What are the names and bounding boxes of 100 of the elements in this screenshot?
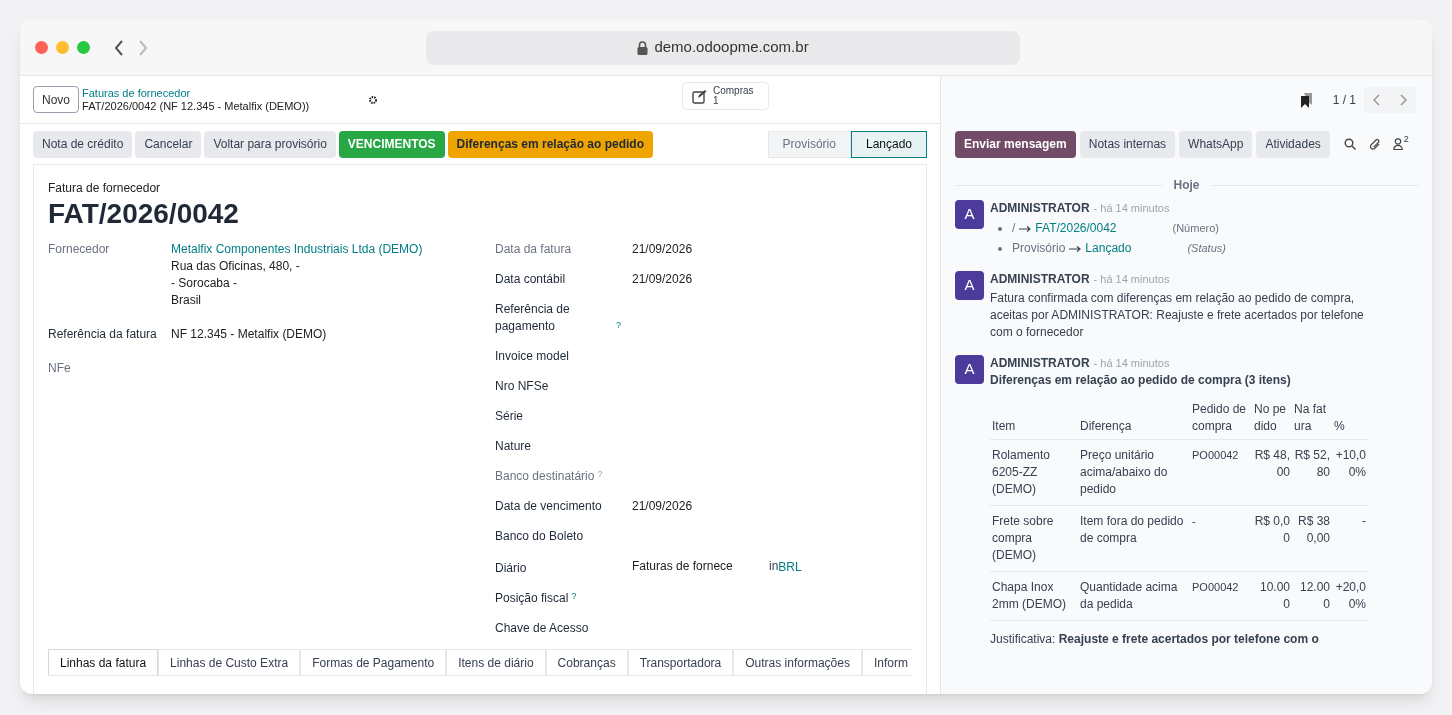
new-value: Lançado xyxy=(1085,240,1132,257)
action-button[interactable]: Diferenças em relação ao pedido xyxy=(447,130,653,158)
table-cell: 12.000 xyxy=(1292,571,1332,621)
tracked-field: (Status) xyxy=(1187,240,1226,257)
table-cell: PO00042 xyxy=(1190,571,1252,621)
bookmark-icon[interactable] xyxy=(1300,92,1313,108)
lock-icon xyxy=(637,40,649,55)
table-cell: Preço unitário acima/abaixo do pedido xyxy=(1078,439,1190,506)
justification-text: Justificativa: Reajuste e frete acertados por telefone com o xyxy=(990,631,1320,648)
new-button[interactable]: Novo xyxy=(33,86,79,113)
form-tab[interactable]: Outras informações xyxy=(733,649,862,675)
table-cell: +10,00% xyxy=(1332,439,1368,506)
field-label: Diário xyxy=(495,560,527,577)
field-label: NFe xyxy=(48,360,72,377)
message-text: Fatura confirmada com diferenças em relação ao pedido de compra, aceitas por ADMINISTRATOR: Reajuste e frete acertados por telefone com o fornecedor xyxy=(990,290,1365,341)
chatter-button[interactable]: Notas internas xyxy=(1079,130,1176,158)
vendor-link[interactable]: Metalfix Componentes Industriais Ltda (DEMO) xyxy=(171,241,423,258)
table-cell: Frete sobre compra (DEMO) xyxy=(990,505,1078,572)
table-cell: R$ 48,00 xyxy=(1252,439,1292,506)
column-header: Pedido de compra xyxy=(1190,397,1252,440)
paperclip-icon[interactable] xyxy=(1368,137,1381,151)
person-icon[interactable] xyxy=(1392,138,1403,150)
address-line: - Sorocaba - xyxy=(171,275,239,292)
address-bar[interactable]: demo.odoopme.com.br xyxy=(426,30,1020,65)
chatter-button[interactable]: Enviar mensagem xyxy=(955,130,1076,158)
author-name: ADMINISTRATOR xyxy=(990,200,1090,217)
form-tab[interactable]: Inform xyxy=(861,649,912,675)
column-header: Item xyxy=(990,397,1078,440)
avatar: A xyxy=(955,355,984,384)
arrow-icon xyxy=(1019,225,1032,232)
table-cell: - xyxy=(1190,505,1252,572)
search-icon[interactable] xyxy=(1343,138,1356,150)
field-value: 21/09/2026 xyxy=(632,498,694,515)
message-time: - há 14 minutos xyxy=(1093,201,1170,216)
form-tab[interactable]: Transportadora xyxy=(627,649,734,675)
field-label: Banco destinatário xyxy=(495,468,595,485)
table-cell: Rolamento 6205-ZZ (DEMO) xyxy=(990,439,1078,506)
url-text: demo.odoopme.com.br xyxy=(654,37,809,58)
smart-button-count: 1 xyxy=(713,96,719,106)
help-marker[interactable]: ? xyxy=(571,591,577,601)
field-value: NF 12.345 - Metalfix (DEMO) xyxy=(171,326,327,343)
field-label: Banco do Boleto xyxy=(495,528,584,545)
table-cell: R$ 0,00 xyxy=(1252,505,1292,572)
close-window-icon[interactable] xyxy=(35,41,48,54)
form-tab[interactable]: Cobranças xyxy=(545,649,628,675)
old-value: Provisório xyxy=(1012,240,1066,257)
breadcrumb-link[interactable]: Faturas de fornecedor xyxy=(82,86,310,100)
chatter-button[interactable]: Atividades xyxy=(1256,130,1330,158)
smart-button-label: Compras xyxy=(713,86,754,96)
table-cell: Item fora do pedido de compra xyxy=(1078,505,1190,572)
help-marker[interactable]: ? xyxy=(616,320,621,330)
field-label: Data da fatura xyxy=(495,241,572,258)
chatter-button[interactable]: WhatsApp xyxy=(1179,130,1253,158)
form-tab[interactable]: Formas de Pagamento xyxy=(300,649,447,675)
field-label: Data de vencimento xyxy=(495,498,602,515)
field-label: Nro NFSe xyxy=(495,378,549,395)
form-tab[interactable]: Linhas da fatura xyxy=(48,649,159,675)
address-line: Brasil xyxy=(171,292,202,309)
author-name: ADMINISTRATOR xyxy=(990,355,1090,372)
purchases-smart-button[interactable]: Compras 1 xyxy=(682,82,769,110)
author-name: ADMINISTRATOR xyxy=(990,271,1090,288)
action-button[interactable]: Voltar para provisório xyxy=(204,130,336,158)
column-header: % xyxy=(1332,397,1368,440)
column-header: No pedido xyxy=(1252,397,1292,440)
field-label: Posição fiscal xyxy=(495,590,569,607)
invoice-number: FAT/2026/0042 xyxy=(48,197,240,231)
currency-link[interactable]: BRL xyxy=(778,558,802,577)
message-time: - há 14 minutos xyxy=(1093,272,1170,287)
record-name: FAT/2026/0042 (NF 12.345 - Metalfix (DEMO)) xyxy=(82,99,310,113)
action-button[interactable]: Nota de crédito xyxy=(33,130,133,158)
form-tab[interactable]: Linhas de Custo Extra xyxy=(158,649,301,675)
back-icon[interactable] xyxy=(114,39,124,56)
field-label: Fornecedor xyxy=(48,241,111,258)
table-cell: R$ 380,00 xyxy=(1292,505,1332,572)
field-label: Data contábil xyxy=(495,271,566,288)
arrow-icon xyxy=(1069,245,1082,252)
message-heading: Diferenças em relação ao pedido de compra (3 itens) xyxy=(990,372,1292,389)
action-button[interactable]: Cancelar xyxy=(135,130,202,158)
field-value: Faturas de fornece xyxy=(632,558,734,575)
table-cell: 10.000 xyxy=(1252,571,1292,621)
table-cell: PO00042 xyxy=(1190,439,1252,506)
pager-text: 1 / 1 xyxy=(1332,92,1356,109)
bullet-icon xyxy=(998,226,1002,231)
old-value: / xyxy=(1012,220,1016,237)
field-label: Referência da fatura xyxy=(48,326,158,343)
table-cell: R$ 52,80 xyxy=(1292,439,1332,506)
chevron-left-icon xyxy=(1373,94,1381,106)
field-label: Série xyxy=(495,408,523,425)
status-step[interactable]: Lançado xyxy=(850,130,927,158)
gear-icon[interactable] xyxy=(369,95,378,104)
field-label: Referência de pagamento xyxy=(495,301,571,335)
avatar: A xyxy=(955,200,984,229)
field-label: Invoice model xyxy=(495,348,570,365)
field-value: 21/09/2026 xyxy=(632,241,694,258)
form-tab[interactable]: Itens de diário xyxy=(446,649,546,675)
new-value: FAT/2026/0042 xyxy=(1035,220,1117,237)
form-subtitle: Fatura de fornecedor xyxy=(48,180,162,197)
field-text: in xyxy=(769,558,779,575)
status-step[interactable]: Provisório xyxy=(767,130,851,158)
table-cell: - xyxy=(1332,505,1368,572)
